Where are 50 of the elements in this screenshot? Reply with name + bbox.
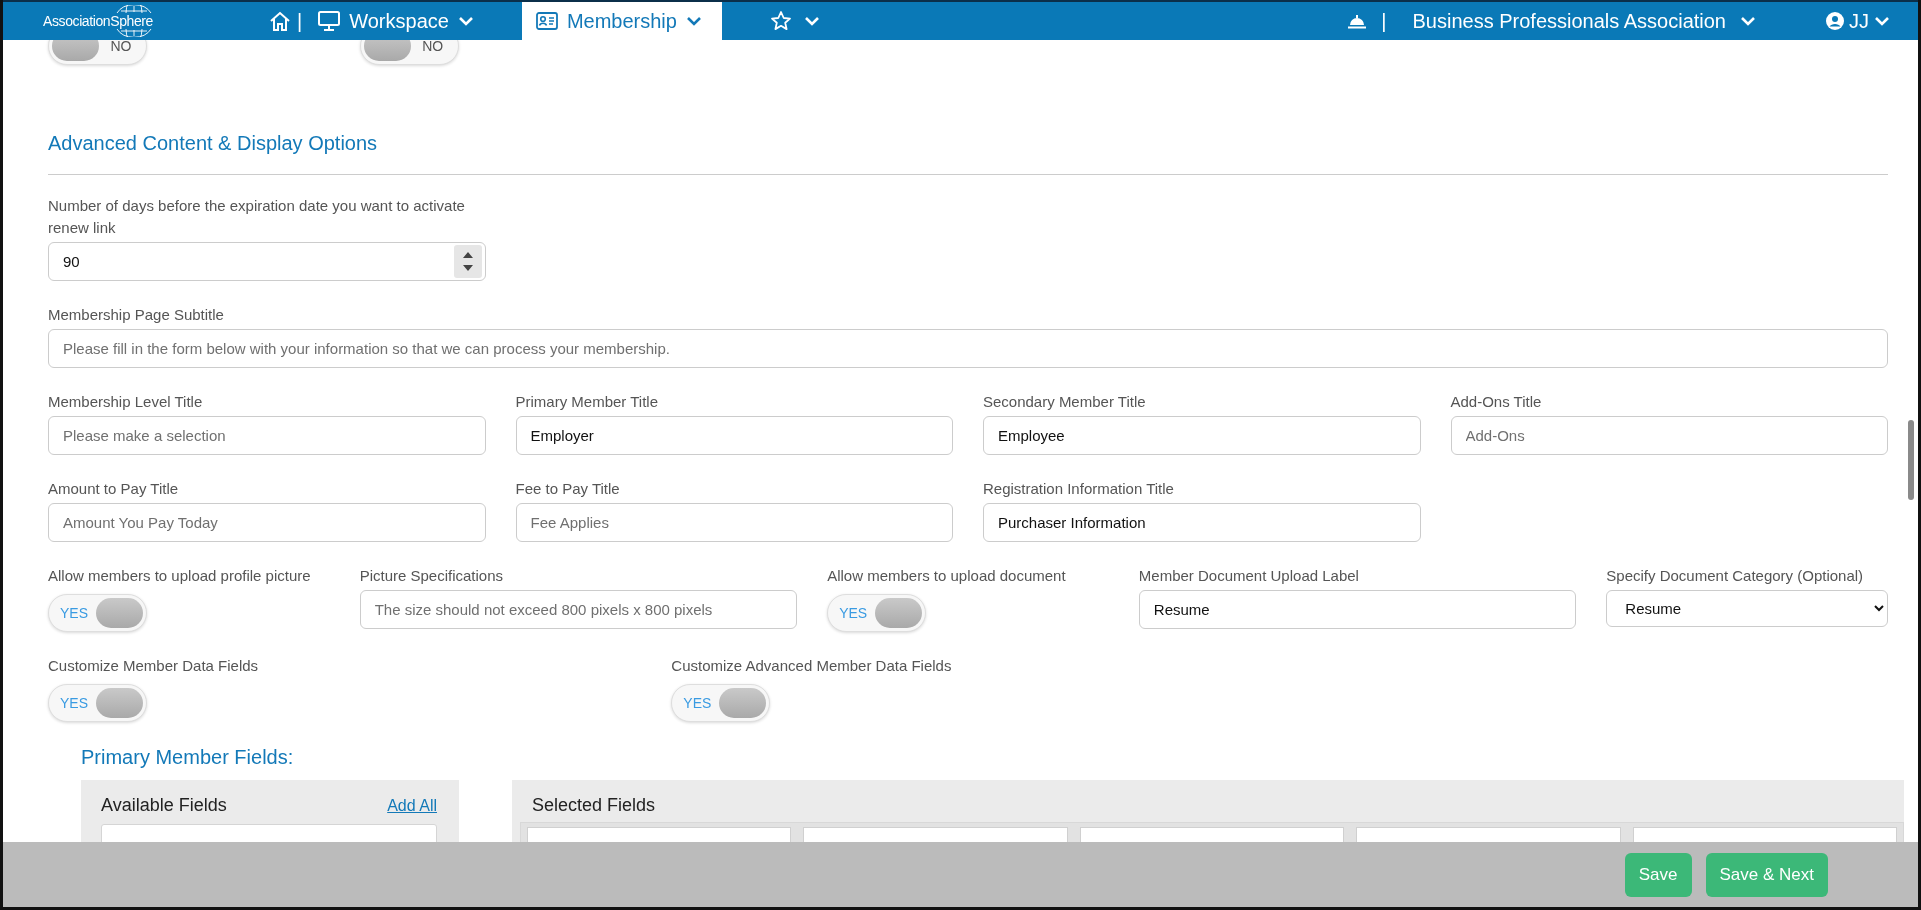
field-label: Number of days before the expiration date you want to activate renew link: [48, 196, 466, 238]
field-label: Membership Page Subtitle: [48, 305, 225, 325]
toggle-switch[interactable]: NO: [48, 40, 147, 65]
text-field[interactable]: The size should not exceed 800 pixels x 800 pixels: [359, 590, 798, 629]
section-heading: Advanced Content & Display Options: [48, 131, 379, 155]
logo[interactable]: AssociationSphere: [33, 4, 163, 38]
text-field[interactable]: Resume: [1138, 590, 1577, 629]
nav-tab[interactable]: Workspace: [318, 2, 474, 40]
text-field[interactable]: Please fill in the form below with your information so that we can process your membership.: [48, 329, 1888, 368]
organization-menu[interactable]: Business Professionals Association: [1412, 9, 1756, 33]
separator: |: [1381, 9, 1387, 33]
field-label: Primary Member Title: [515, 392, 660, 412]
field-label: Customize Member Data Fields: [48, 656, 260, 676]
text-field[interactable]: Employer: [515, 416, 953, 455]
section-heading: Primary Member Fields:: [81, 745, 295, 769]
text-field[interactable]: Employee: [983, 416, 1421, 455]
field-label: Specify Document Category (Optional): [1606, 566, 1865, 586]
text-field[interactable]: Amount You Pay Today: [48, 503, 486, 542]
add-all-link[interactable]: Add All: [387, 797, 437, 815]
toggle-switch[interactable]: YES: [827, 594, 927, 632]
nav-tab[interactable]: Membership: [521, 2, 722, 40]
text-field[interactable]: Fee Applies: [515, 503, 953, 542]
toggle-switch[interactable]: YES: [671, 684, 771, 722]
field-label: Add-Ons Title: [1450, 392, 1543, 412]
category-select[interactable]: Resume: [1606, 590, 1888, 627]
field-label: Allow members to upload profile picture: [48, 566, 312, 586]
field-label: Fee to Pay Title: [515, 479, 621, 499]
save-button[interactable]: Save & Next: [1705, 852, 1828, 897]
toggle-switch[interactable]: YES: [48, 594, 147, 632]
text-field[interactable]: Purchaser Information: [983, 503, 1421, 542]
field-label: Allow members to upload document: [827, 566, 1067, 586]
text-field[interactable]: Add-Ons: [1450, 416, 1888, 455]
number-field[interactable]: 90: [48, 242, 486, 281]
user-menu[interactable]: JJ: [1826, 9, 1890, 33]
field-label: Registration Information Title: [983, 479, 1175, 499]
toggle-switch[interactable]: NO: [359, 40, 459, 65]
field-label: Membership Level Title: [48, 392, 204, 412]
separator: |: [297, 9, 303, 33]
field-label: Secondary Member Title: [983, 392, 1147, 412]
toggle-switch[interactable]: YES: [48, 684, 147, 722]
field-label: Picture Specifications: [359, 566, 505, 586]
field-label: Member Document Upload Label: [1138, 566, 1360, 586]
save-button[interactable]: Save: [1624, 852, 1692, 897]
field-label: Customize Advanced Member Data Fields: [671, 656, 953, 676]
home-tab[interactable]: |: [269, 2, 303, 40]
logo-text: AssociationSphere: [43, 13, 153, 29]
panel-title: Selected Fields: [532, 795, 656, 816]
field-label: Amount to Pay Title: [48, 479, 180, 499]
text-field[interactable]: Please make a selection: [48, 416, 486, 455]
panel-title: Available Fields: [101, 795, 227, 816]
